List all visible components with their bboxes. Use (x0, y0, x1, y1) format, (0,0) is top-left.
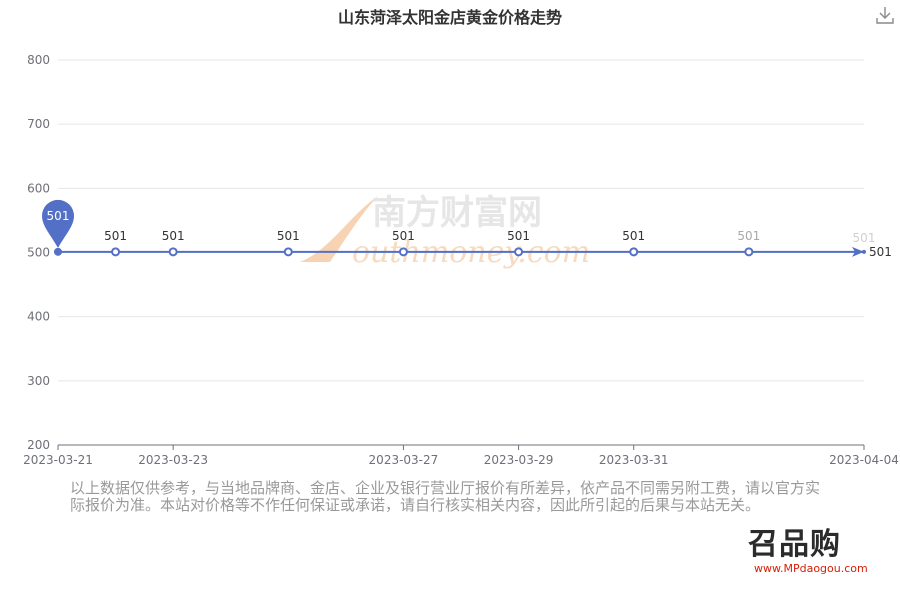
data-point (168, 247, 178, 257)
max-marker-pin (42, 199, 74, 248)
data-point (629, 247, 639, 257)
data-point (744, 247, 754, 257)
x-tick-label: 2023-03-31 (599, 453, 669, 467)
x-tick-label: 2023-03-29 (484, 453, 554, 467)
watermark: 南方财富网 outhmoney.com (300, 193, 590, 270)
data-label: 501 (622, 229, 645, 243)
data-label: 501 (507, 229, 530, 243)
x-tick-label: 2023-04-04 (829, 453, 899, 467)
watermark-cn: 南方财富网 (372, 193, 542, 233)
data-point (398, 247, 408, 257)
end-label: 501 (869, 245, 892, 259)
data-point (54, 247, 62, 256)
data-label: 501 (853, 231, 876, 245)
site-logo[interactable]: 召品购 www.MPdaogou.com (748, 528, 883, 580)
logo-url: www.MPdaogou.com (754, 562, 868, 575)
y-tick-label: 700 (27, 117, 50, 131)
x-tick-label: 2023-03-21 (23, 453, 93, 467)
data-point (862, 249, 866, 254)
y-tick-label: 300 (27, 374, 50, 388)
data-label: 501 (104, 229, 127, 243)
y-tick-label: 400 (27, 310, 50, 324)
data-point (283, 247, 293, 257)
data-label: 501 (392, 229, 415, 243)
y-tick-label: 800 (27, 53, 50, 67)
x-tick-label: 2023-03-23 (138, 453, 208, 467)
y-tick-label: 200 (27, 438, 50, 452)
y-tick-label: 600 (27, 181, 50, 195)
disclaimer-text: 以上数据仅供参考，与当地品牌商、金店、企业及银行营业厅报价有所差异，依产品不同需… (70, 479, 821, 514)
data-point (111, 247, 121, 257)
logo-text: 召品购 (748, 527, 841, 562)
y-tick-label: 500 (27, 246, 50, 260)
data-label: 501 (162, 229, 185, 243)
x-tick-label: 2023-03-27 (369, 453, 439, 467)
data-point (514, 247, 524, 257)
data-label: 501 (277, 229, 300, 243)
data-label: 501 (737, 229, 760, 243)
max-marker-label: 501 (47, 209, 70, 223)
